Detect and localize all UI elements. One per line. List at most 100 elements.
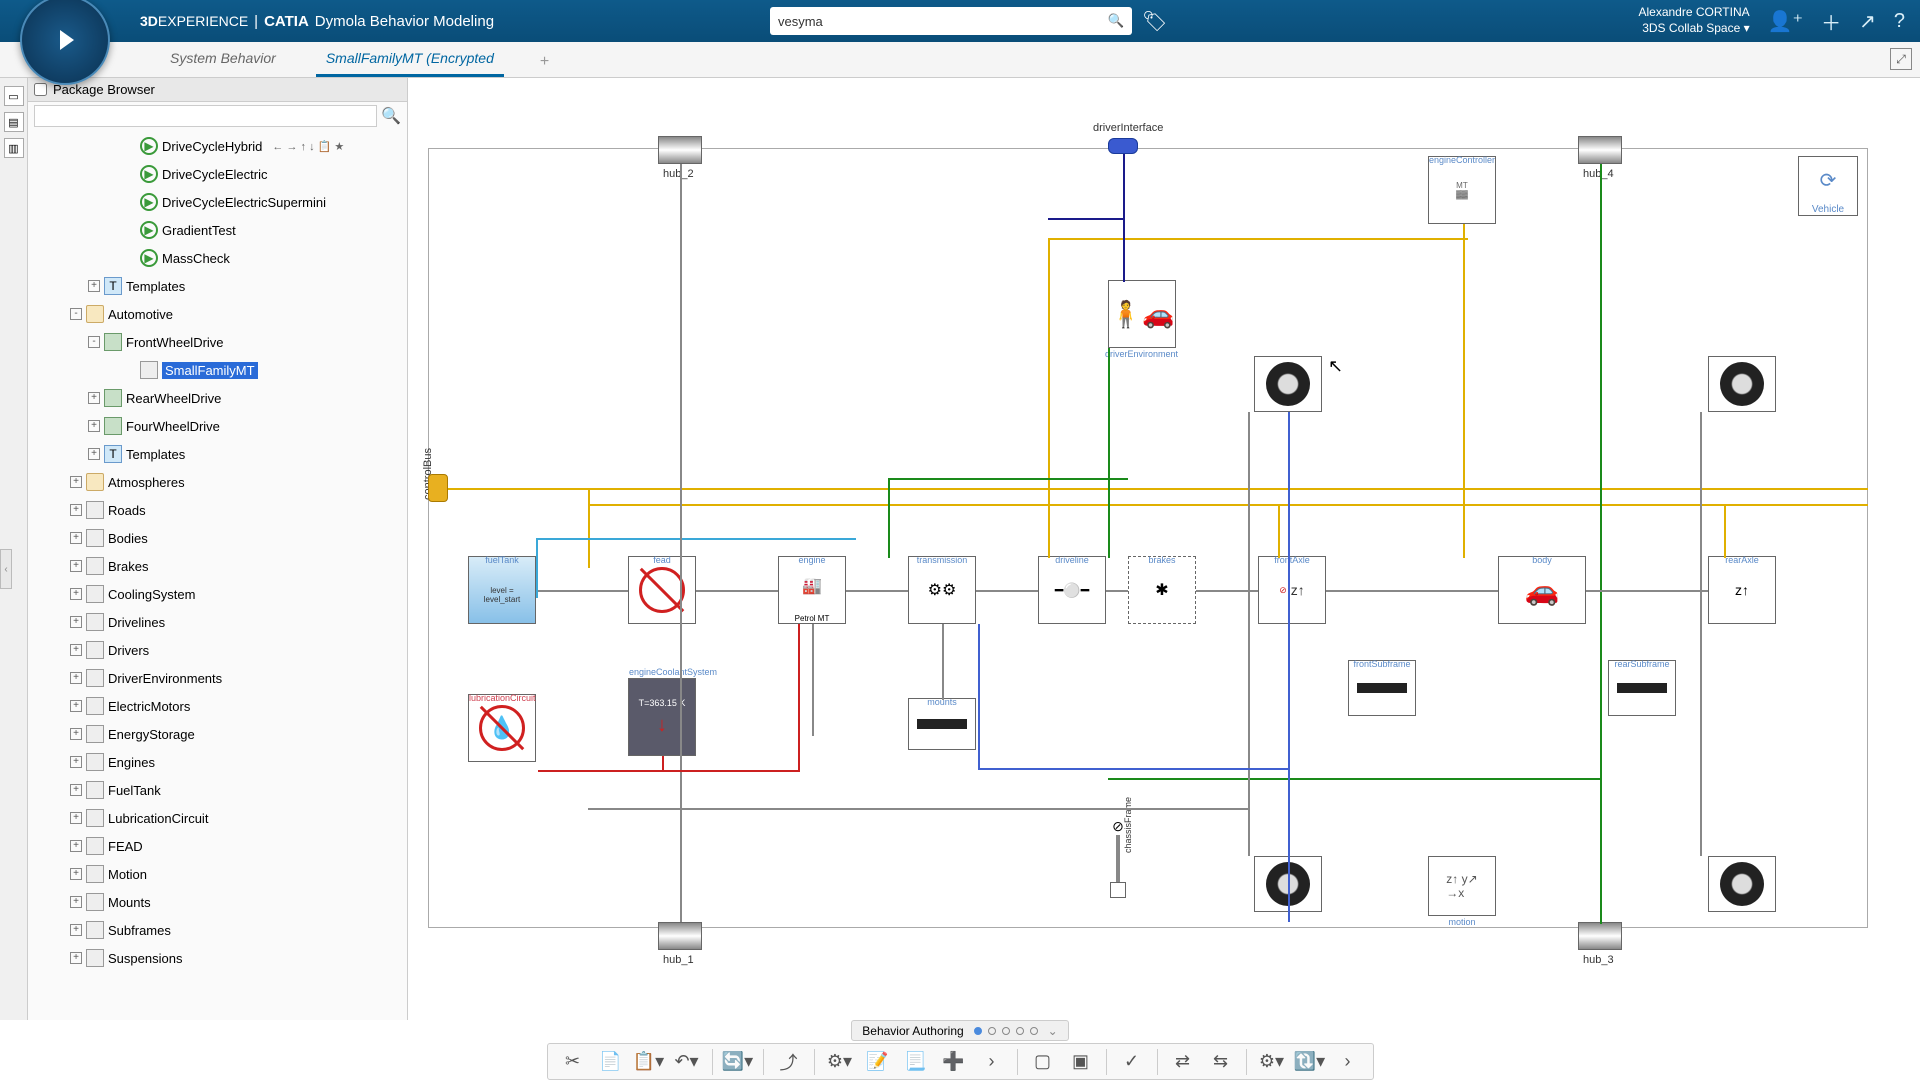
tree-item-drivecyclehybrid[interactable]: ▶DriveCycleHybrid← → ↑ ↓ 📋 ★	[28, 132, 407, 160]
settings-button[interactable]: ⚙▾	[1255, 1047, 1289, 1077]
package-tree[interactable]: ▶DriveCycleHybrid← → ↑ ↓ 📋 ★▶DriveCycleE…	[28, 130, 407, 1020]
rail-btn-2[interactable]: ▤	[4, 112, 24, 132]
tree-item-masscheck[interactable]: ▶MassCheck	[28, 244, 407, 272]
expand-toggle[interactable]: +	[70, 784, 82, 796]
tree-item-smallfamilymt[interactable]: SmallFamilyMT	[28, 356, 407, 384]
comp-mounts[interactable]: mounts	[908, 698, 976, 750]
comp-engine-controller[interactable]: engineController MT▓▓	[1428, 156, 1496, 224]
expand-toggle[interactable]: +	[70, 560, 82, 572]
expand-button[interactable]: ⤢	[1890, 48, 1912, 70]
hub-3[interactable]	[1578, 922, 1622, 950]
user-icon[interactable]: 👤⁺	[1768, 9, 1803, 34]
hub-4[interactable]	[1578, 136, 1622, 164]
tree-item-drivecycleelectric[interactable]: ▶DriveCycleElectric	[28, 160, 407, 188]
tree-item-atmospheres[interactable]: +Atmospheres	[28, 468, 407, 496]
expand-toggle[interactable]: +	[70, 868, 82, 880]
comp-engine-coolant[interactable]: engineCoolantSystem T=363.15 K ↓	[628, 678, 696, 756]
expand-toggle[interactable]: +	[70, 756, 82, 768]
tree-item-roads[interactable]: +Roads	[28, 496, 407, 524]
tab-smallfamilymt[interactable]: SmallFamilyMT (Encrypted	[316, 42, 504, 77]
tree-item-bodies[interactable]: +Bodies	[28, 524, 407, 552]
add-icon[interactable]: ＋	[1821, 7, 1841, 36]
tree-item-templates[interactable]: +TTemplates	[28, 440, 407, 468]
tree-item-drivers[interactable]: +Drivers	[28, 636, 407, 664]
tree-item-lubricationcircuit[interactable]: +LubricationCircuit	[28, 804, 407, 832]
ungroup-button[interactable]: ▣	[1064, 1047, 1098, 1077]
comp-wheel-3[interactable]	[1708, 856, 1776, 912]
mode-dot-2[interactable]	[988, 1027, 996, 1035]
tree-item-motion[interactable]: +Motion	[28, 860, 407, 888]
comp-vehicle[interactable]: ⟳ Vehicle	[1798, 156, 1858, 216]
tree-item-fourwheeldrive[interactable]: +FourWheelDrive	[28, 412, 407, 440]
next2-button[interactable]: ›	[1331, 1047, 1365, 1077]
paste-button[interactable]: 📋▾	[632, 1047, 666, 1077]
sim2-button[interactable]: ⇆	[1204, 1047, 1238, 1077]
expand-toggle[interactable]: +	[70, 644, 82, 656]
chevron-down-icon[interactable]: ⌄	[1048, 1024, 1058, 1038]
hub-1[interactable]	[658, 922, 702, 950]
comp-motion[interactable]: z↑ y↗→x motion	[1428, 856, 1496, 916]
comp-body[interactable]: body 🚗	[1498, 556, 1586, 624]
expand-toggle[interactable]: +	[88, 448, 100, 460]
tree-item-toolbar[interactable]: ← → ↑ ↓ 📋 ★	[272, 140, 344, 153]
hub-2[interactable]	[658, 136, 702, 164]
tree-item-subframes[interactable]: +Subframes	[28, 916, 407, 944]
comp-front-subframe[interactable]: frontSubframe	[1348, 660, 1416, 716]
expand-toggle[interactable]: +	[70, 896, 82, 908]
tab-system-behavior[interactable]: System Behavior	[160, 42, 286, 77]
tab-add-button[interactable]: +	[534, 47, 555, 77]
comp-rear-axle[interactable]: rearAxle z↑	[1708, 556, 1776, 624]
expand-toggle[interactable]: +	[88, 280, 100, 292]
expand-toggle[interactable]: +	[70, 672, 82, 684]
tree-item-templates[interactable]: +TTemplates	[28, 272, 407, 300]
help-icon[interactable]: ?	[1894, 10, 1905, 33]
mode-dot-3[interactable]	[1002, 1027, 1010, 1035]
tree-item-fead[interactable]: +FEAD	[28, 832, 407, 860]
expand-toggle[interactable]: +	[88, 420, 100, 432]
expand-toggle[interactable]: +	[70, 812, 82, 824]
tree-item-engines[interactable]: +Engines	[28, 748, 407, 776]
mode-dot-4[interactable]	[1016, 1027, 1024, 1035]
diagram-canvas[interactable]: ↖ hub_2 hub_4 hub_1 hub_3 driverInterfac…	[408, 78, 1920, 1020]
expand-toggle[interactable]: +	[70, 532, 82, 544]
undo-button[interactable]: ↶▾	[670, 1047, 704, 1077]
comp-fead[interactable]: fead	[628, 556, 696, 624]
tree-item-automotive[interactable]: -Automotive	[28, 300, 407, 328]
rail-btn-3[interactable]: ▥	[4, 138, 24, 158]
expand-toggle[interactable]: +	[70, 924, 82, 936]
expand-toggle[interactable]: +	[88, 392, 100, 404]
search-input[interactable]	[770, 7, 1100, 35]
expand-toggle[interactable]: +	[70, 616, 82, 628]
doc-button[interactable]: 📃	[899, 1047, 933, 1077]
comp-driver-environment[interactable]: 🧍🚗 driverEnvironment	[1108, 280, 1176, 348]
cut-button[interactable]: ✂	[556, 1047, 590, 1077]
comp-driveline[interactable]: driveline ━⚪━	[1038, 556, 1106, 624]
driver-interface-port[interactable]	[1108, 138, 1138, 154]
controlbus-port[interactable]	[428, 474, 448, 502]
rail-btn-1[interactable]: ▭	[4, 86, 24, 106]
rect-button[interactable]: ▢	[1026, 1047, 1060, 1077]
user-block[interactable]: Alexandre CORTINA 3DS Collab Space ▾	[1638, 5, 1749, 36]
mode-dot-1[interactable]	[974, 1027, 982, 1035]
pkg-search-input[interactable]	[34, 105, 377, 127]
tree-item-drivelines[interactable]: +Drivelines	[28, 608, 407, 636]
text-button[interactable]: 📝	[861, 1047, 895, 1077]
expand-toggle[interactable]: +	[70, 840, 82, 852]
tree-item-electricmotors[interactable]: +ElectricMotors	[28, 692, 407, 720]
tree-item-energystorage[interactable]: +EnergyStorage	[28, 720, 407, 748]
comp-wheel-1[interactable]	[1254, 856, 1322, 912]
expand-toggle[interactable]: -	[70, 308, 82, 320]
next-button[interactable]: ›	[975, 1047, 1009, 1077]
tree-item-coolingsystem[interactable]: +CoolingSystem	[28, 580, 407, 608]
comp-wheel-2[interactable]	[1254, 356, 1322, 412]
sim1-button[interactable]: ⇄	[1166, 1047, 1200, 1077]
tree-item-suspensions[interactable]: +Suspensions	[28, 944, 407, 972]
refresh-button[interactable]: 🔄▾	[721, 1047, 755, 1077]
export-button[interactable]: ⤴	[772, 1047, 806, 1077]
pkg-checkbox[interactable]	[34, 83, 47, 96]
insert-button[interactable]: ➕	[937, 1047, 971, 1077]
tree-item-frontwheeldrive[interactable]: -FrontWheelDrive	[28, 328, 407, 356]
comp-lubrication[interactable]: lubricationCircuit 💧	[468, 694, 536, 762]
expand-toggle[interactable]: +	[70, 728, 82, 740]
left-panel-handle[interactable]: ‹	[0, 549, 12, 589]
